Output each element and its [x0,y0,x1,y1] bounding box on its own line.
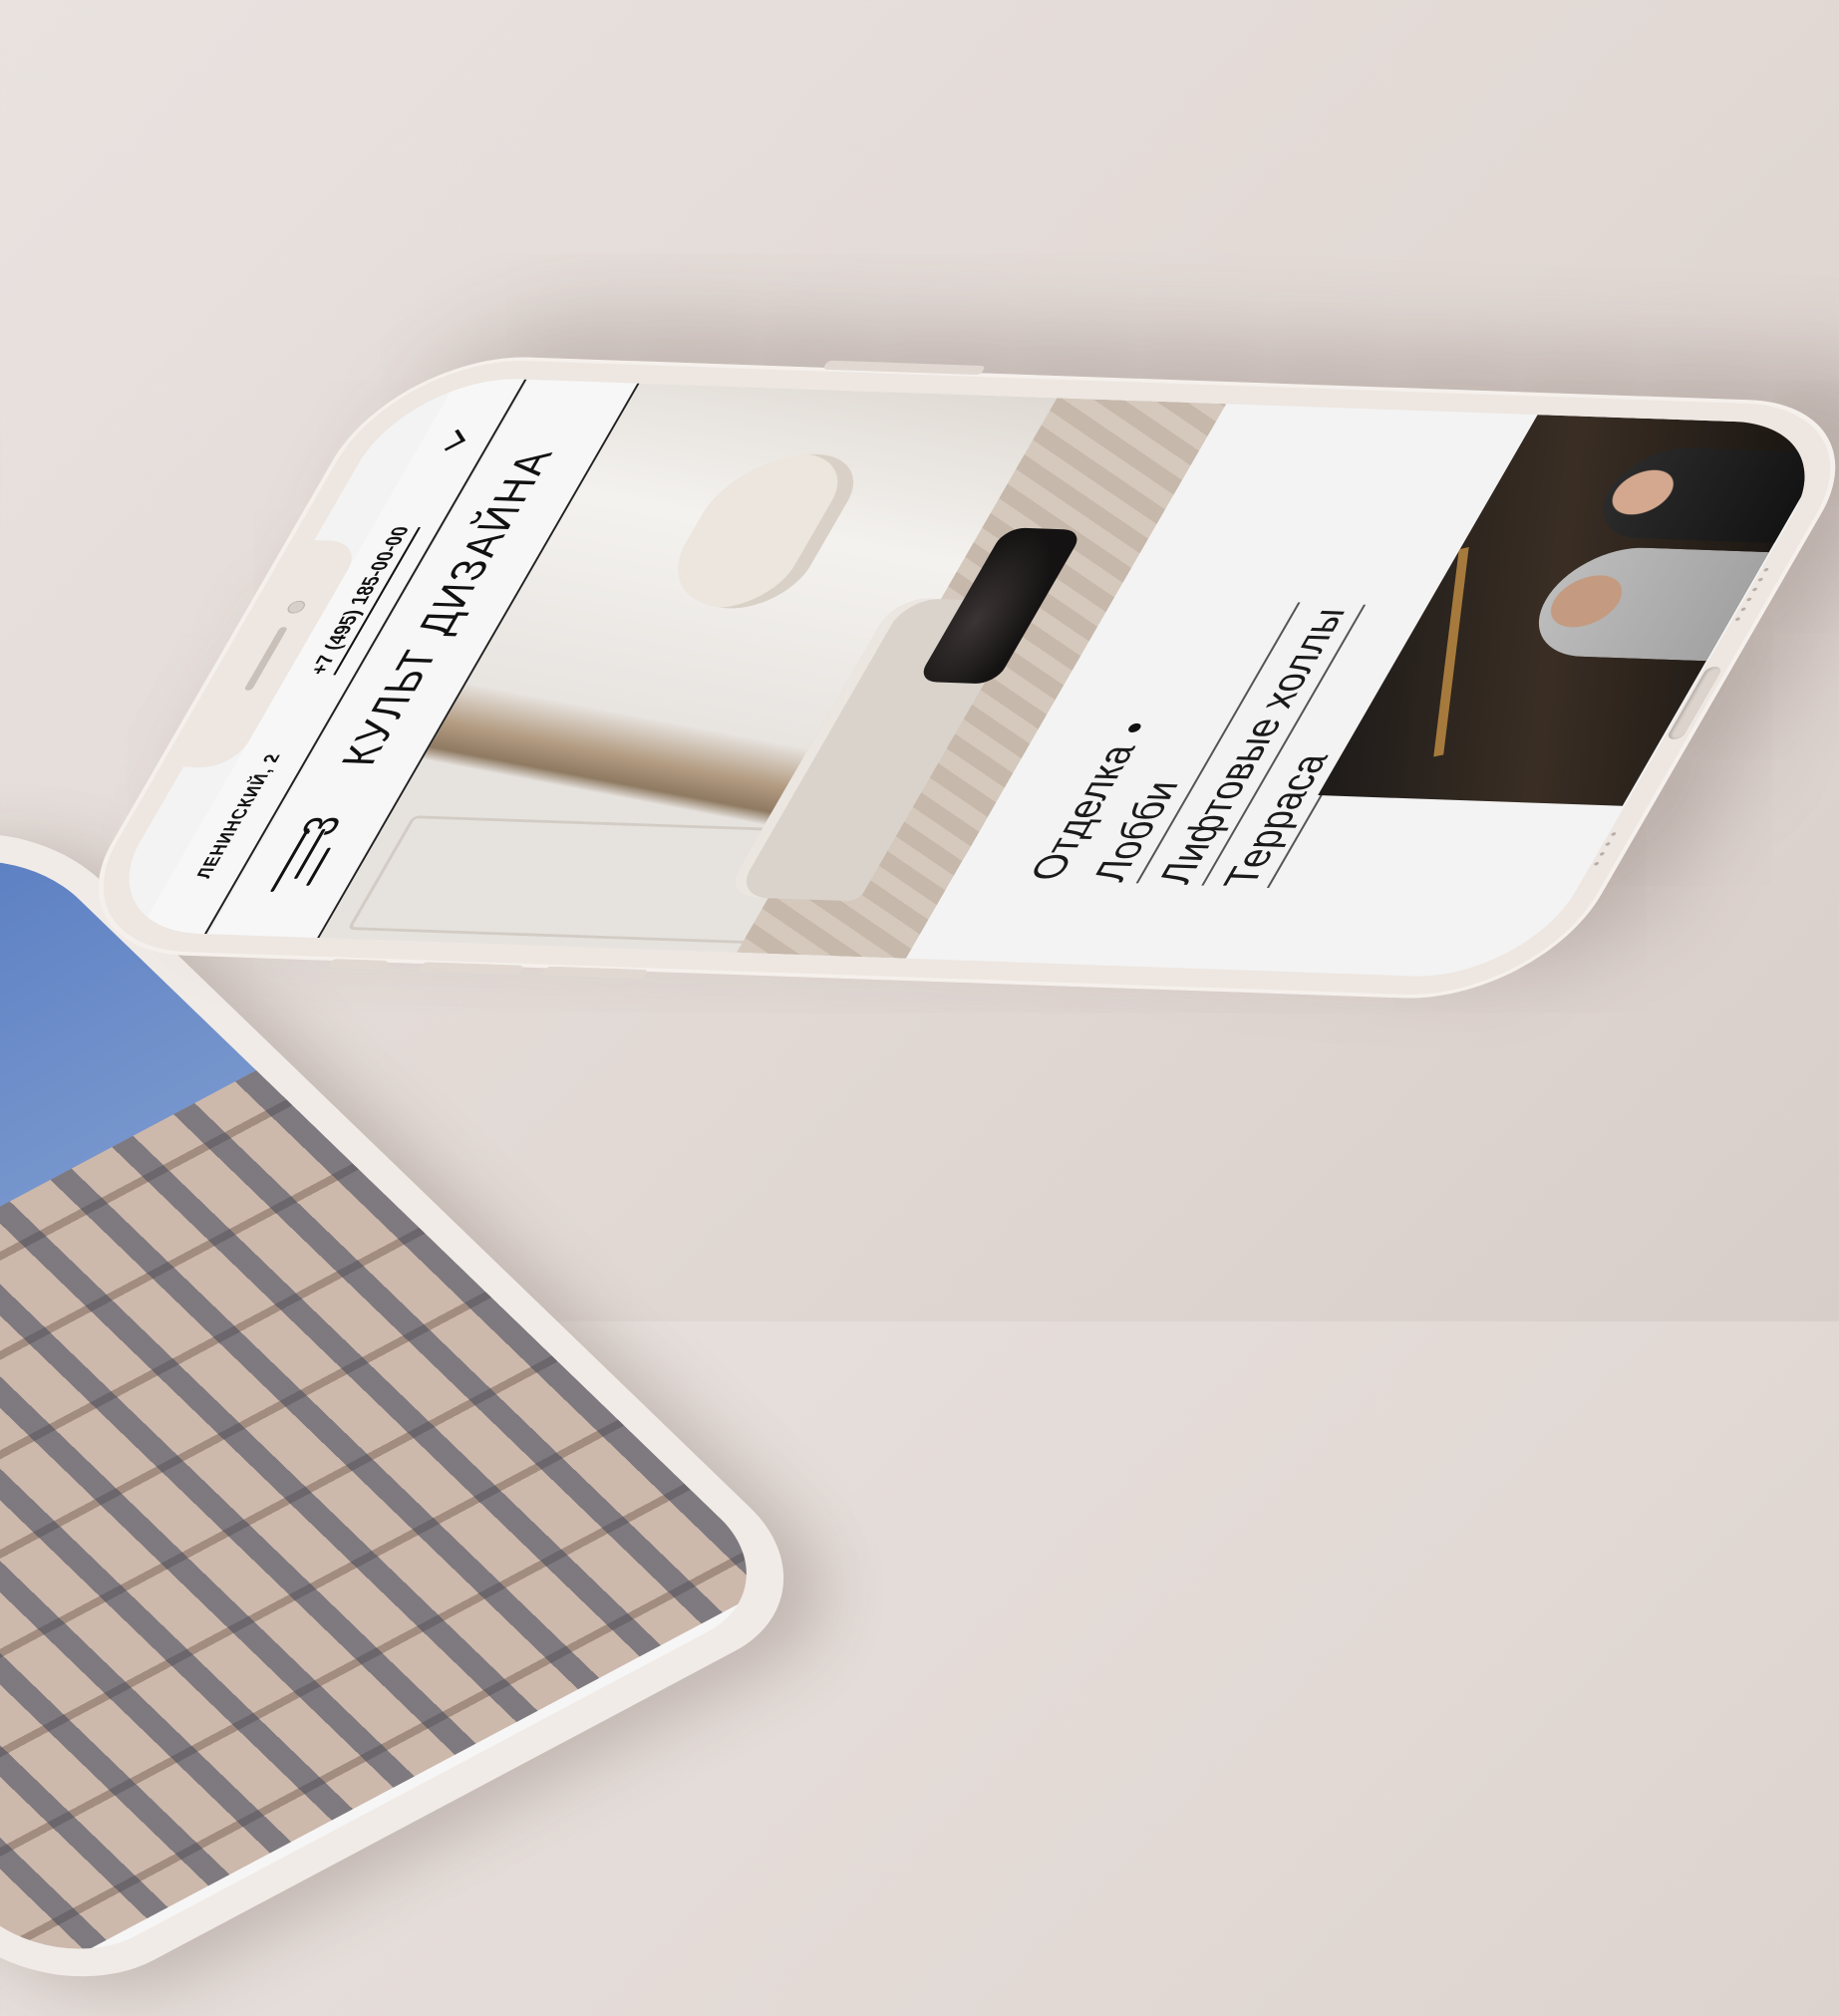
hamburger-icon[interactable] [269,828,345,893]
armchair [649,451,874,611]
beam [1433,547,1469,757]
logo-number: 3 [291,813,354,837]
camera-icon [284,600,308,614]
volume-up-button [418,962,525,975]
phone-screen: ЛЕНИНСКИЙ, 2 +7 (495) 185-00-00 3 КУЛЬТ … [89,375,1839,981]
main-phone: ЛЕНИНСКИЙ, 2 +7 (495) 185-00-00 3 КУЛЬТ … [49,352,1839,1004]
chevron-down-icon[interactable] [438,429,465,451]
dot-icon [1125,723,1143,733]
mute-switch [327,959,390,971]
person-woman [1582,445,1839,544]
scene: ЛЕНИНСКИЙ, 2 +7 (495) 185-00-00 3 КУЛЬТ … [0,0,1839,1321]
volume-down-button [541,966,649,980]
speaker-icon [243,627,289,691]
power-button [822,360,986,376]
